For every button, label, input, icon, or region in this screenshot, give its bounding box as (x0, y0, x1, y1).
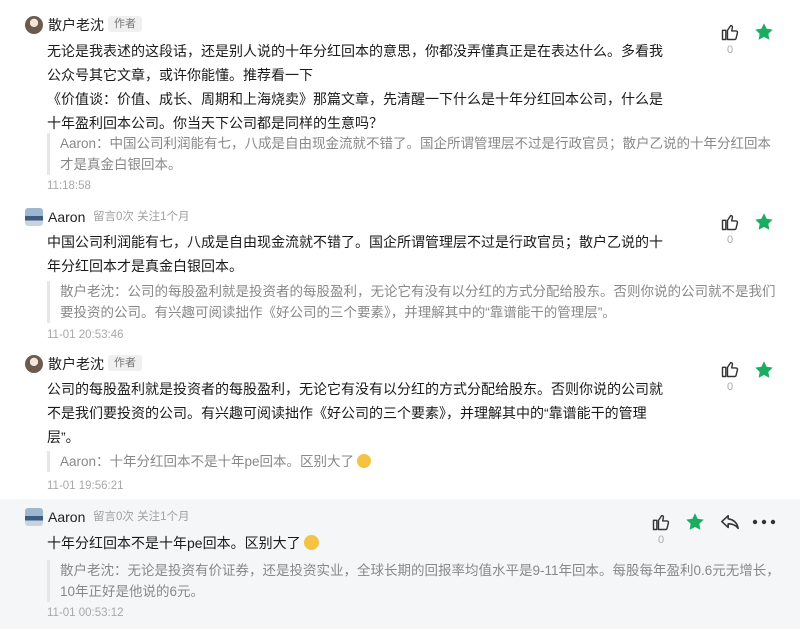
author-name[interactable]: 散户老沈 (48, 355, 104, 373)
comment-text: 公司的每股盈利就是投资者的每股盈利，无论它有没有以分红的方式分配给股东。否则你说… (47, 381, 663, 445)
like-count: 0 (726, 381, 734, 393)
thumb-up-icon[interactable] (651, 512, 671, 532)
star-icon[interactable] (753, 21, 775, 43)
quoted-reply: 散户老沈：无论是投资有价证券，还是投资实业，全球长期的回报率均值水平是9-11年… (47, 560, 780, 602)
thumb-up-icon[interactable] (720, 359, 740, 379)
like-count: 0 (657, 534, 665, 546)
timestamp: 11:18:58 (47, 180, 91, 192)
timestamp: 11-01 20:53:46 (47, 329, 124, 341)
quoted-reply: Aaron：中国公司利润能有七，八成是自由现金流就不错了。国企所谓管理层不过是行… (47, 133, 771, 175)
quoted-reply: Aaron：十年分红回本不是十年pe回本。区别大了 (47, 451, 372, 472)
quoted-reply: 散户老沈：公司的每股盈利就是投资者的每股盈利，无论它有没有以分红的方式分配给股东… (47, 281, 776, 323)
like-count: 0 (726, 44, 734, 56)
avatar[interactable] (25, 508, 43, 526)
thumb-up-icon[interactable] (720, 212, 740, 232)
avatar[interactable] (25, 208, 43, 226)
more-icon[interactable] (752, 519, 776, 525)
author-name[interactable]: Aaron (48, 508, 85, 526)
author-tag: 作者 (108, 355, 142, 371)
thinking-emoji (303, 535, 319, 550)
star-icon[interactable] (753, 211, 775, 233)
star-icon[interactable] (684, 511, 706, 533)
author-name[interactable]: 散户老沈 (48, 16, 104, 34)
author-meta: 留言0次 关注1个月 (93, 211, 190, 223)
avatar[interactable] (25, 16, 43, 34)
star-icon[interactable] (753, 359, 775, 381)
avatar[interactable] (25, 355, 43, 373)
comment-text: 中国公司利润能有七，八成是自由现金流就不错了。国企所谓管理层不过是行政官员；散户… (47, 234, 663, 274)
reply-icon[interactable] (719, 512, 741, 532)
timestamp: 11-01 00:53:12 (47, 607, 124, 619)
comment-text: 无论是我表述的这段话，还是别人说的十年分红回本的意思，你都没弄懂真正是在表达什么… (47, 43, 663, 131)
author-tag: 作者 (108, 16, 142, 32)
timestamp: 11-01 19:56:21 (47, 480, 124, 492)
like-count: 0 (726, 234, 734, 246)
thinking-emoji (357, 454, 372, 468)
thumb-up-icon[interactable] (720, 22, 740, 42)
comment-text: 十年分红回本不是十年pe回本。区别大了 (47, 531, 319, 555)
author-meta: 留言0次 关注1个月 (93, 511, 190, 523)
author-name[interactable]: Aaron (48, 208, 85, 226)
